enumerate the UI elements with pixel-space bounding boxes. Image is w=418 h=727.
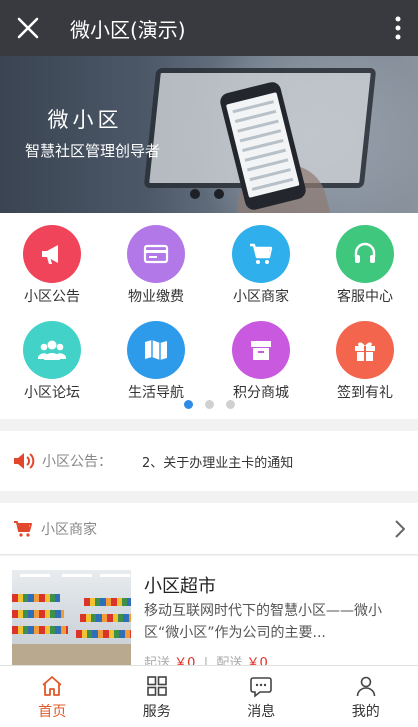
grid-item-points-mall[interactable]: 积分商城 — [209, 309, 313, 405]
tab-label: 服务 — [142, 704, 171, 720]
grid-item-forum[interactable]: 小区论坛 — [0, 309, 104, 405]
tab-home[interactable]: 首页 — [0, 666, 105, 727]
grid-pagination — [0, 400, 418, 409]
chat-icon — [250, 677, 273, 698]
tab-label: 消息 — [247, 704, 276, 720]
grid-item-label: 小区商家 — [233, 289, 289, 305]
shop-description: 移动互联网时代下的智慧小区——微小区“微小区”作为公司的主要... — [144, 603, 382, 641]
merchants-more-button[interactable] — [382, 503, 418, 555]
announcement-bar[interactable]: 小区公告： 2、关于办理业主卡的通知 — [0, 431, 418, 491]
grid-item-check-in-gift[interactable]: 签到有礼 — [313, 309, 417, 405]
close-icon — [17, 17, 39, 39]
banner-title: 微小区 — [47, 108, 123, 132]
people-icon — [23, 321, 81, 379]
announcement-text[interactable]: 2、关于办理业主卡的通知 — [142, 452, 293, 471]
more-menu-button[interactable] — [378, 0, 418, 56]
shop-name: 小区超市 — [144, 576, 216, 597]
chevron-right-icon — [395, 519, 405, 538]
user-icon — [356, 676, 376, 697]
tab-services[interactable]: 服务 — [105, 666, 210, 727]
megaphone-icon — [23, 225, 81, 283]
banner-carousel[interactable]: 微小区 智慧社区管理创导者 — [0, 56, 418, 213]
grid-item-life-navigation[interactable]: 生活导航 — [104, 309, 208, 405]
grid-page-dot[interactable] — [183, 400, 193, 409]
grid-item-label: 生活导航 — [128, 385, 184, 401]
grid-page-dot[interactable] — [225, 400, 235, 409]
gift-icon — [336, 321, 394, 379]
banner-dot[interactable] — [190, 189, 200, 199]
banner-pagination — [190, 189, 224, 199]
bottom-tab-bar: 首页 服务 消息 我的 — [0, 665, 418, 727]
grid-page-dot[interactable] — [204, 400, 214, 409]
banner-subtitle: 智慧社区管理创导者 — [24, 142, 160, 160]
merchants-section-label: 小区商家 — [41, 521, 97, 538]
headset-icon — [336, 225, 394, 283]
feature-grid: 小区公告 物业缴费 小区商家 客服中心 小区论坛 生活导航 积分商城 签到有礼 — [0, 213, 418, 419]
grid-item-customer-service[interactable]: 客服中心 — [313, 213, 417, 309]
grid-item-merchants[interactable]: 小区商家 — [209, 213, 313, 309]
speaker-icon — [14, 453, 35, 469]
grid-item-label: 小区公告 — [24, 289, 80, 305]
grid-item-label: 客服中心 — [337, 289, 393, 305]
banner-dot[interactable] — [214, 189, 224, 199]
more-vertical-icon — [395, 16, 401, 40]
app-screen: 微小区(演示) 微小区 智慧社区管理创导者 小区公告 物业缴费 小区商家 客服中… — [0, 0, 418, 727]
tab-label: 我的 — [351, 704, 380, 720]
merchants-section-header[interactable]: 小区商家 — [0, 503, 418, 555]
tab-profile[interactable]: 我的 — [314, 666, 418, 727]
cart-icon — [232, 225, 290, 283]
grid-item-label: 小区论坛 — [24, 385, 80, 401]
grid-item-label: 物业缴费 — [128, 289, 184, 305]
close-button[interactable] — [0, 0, 56, 56]
grid-item-property-fee[interactable]: 物业缴费 — [104, 213, 208, 309]
tab-messages[interactable]: 消息 — [209, 666, 314, 727]
shop-card[interactable]: 小区超市 移动互联网时代下的智慧小区——微小区“微小区”作为公司的主要... 起… — [0, 556, 418, 671]
grid-item-label: 积分商城 — [233, 385, 289, 401]
card-icon — [127, 225, 185, 283]
tab-label: 首页 — [38, 704, 67, 720]
page-title: 微小区(演示) — [70, 17, 186, 42]
shop-thumbnail — [12, 570, 131, 666]
grid-item-label: 签到有礼 — [337, 385, 393, 401]
grid-item-announcements[interactable]: 小区公告 — [0, 213, 104, 309]
box-icon — [232, 321, 290, 379]
map-icon — [127, 321, 185, 379]
announcement-label: 小区公告： — [42, 454, 112, 470]
grid-icon — [146, 676, 167, 696]
home-icon — [42, 676, 62, 696]
top-bar: 微小区(演示) — [0, 0, 418, 56]
cart-icon — [14, 520, 32, 537]
